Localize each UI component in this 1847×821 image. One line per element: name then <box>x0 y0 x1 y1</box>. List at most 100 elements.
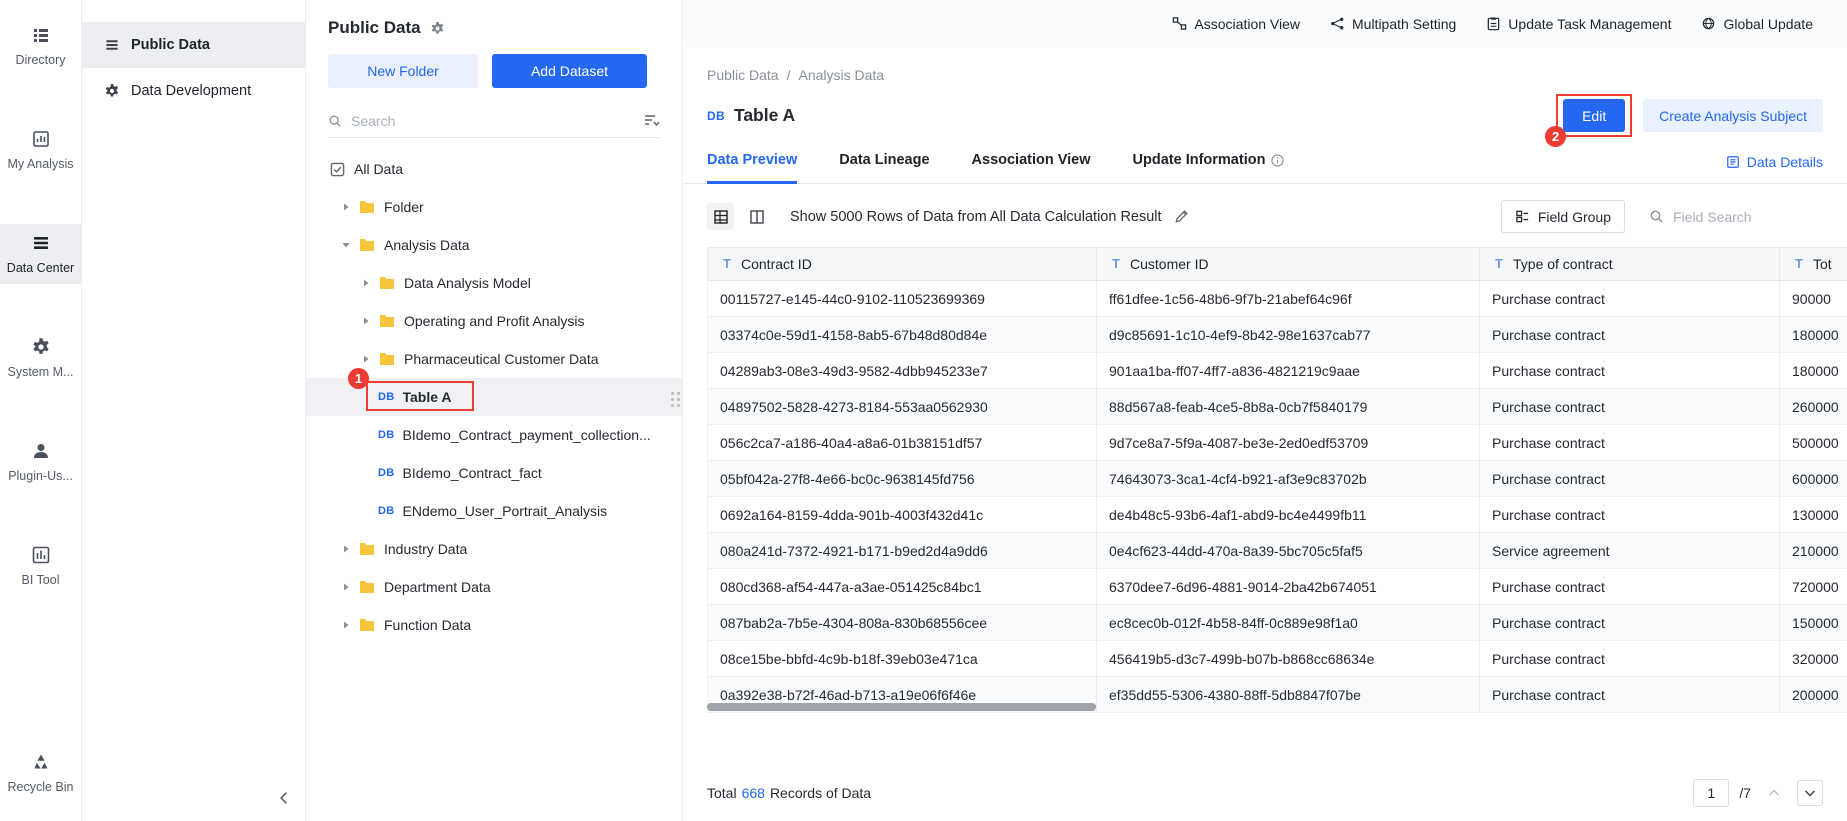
view-toggle <box>707 203 770 230</box>
folder-icon <box>359 200 375 214</box>
field-group-button[interactable]: Field Group <box>1500 200 1625 233</box>
caret-right-icon[interactable] <box>340 202 352 212</box>
new-folder-button[interactable]: New Folder <box>328 54 478 88</box>
filter-sort-icon[interactable] <box>644 114 660 128</box>
table-cell-contract-id: 04897502-5828-4273-8184-553aa0562930 <box>708 389 1097 425</box>
association-view-button[interactable]: Association View <box>1172 16 1300 32</box>
db-icon: DB <box>707 108 725 123</box>
toolbar-label: Global Update <box>1723 15 1813 32</box>
tree-search-input[interactable] <box>351 112 635 129</box>
edit-button[interactable]: Edit <box>1563 99 1626 132</box>
title-row: DB Table A Edit 2 Create Analysis Subjec… <box>707 94 1823 147</box>
table-row[interactable]: 087bab2a-7b5e-4304-808a-830b68556cee ec8… <box>707 605 1847 641</box>
grid-view-button[interactable] <box>707 203 734 230</box>
table-row[interactable]: 03374c0e-59d1-4158-8ab5-67b48d80d84e d9c… <box>707 317 1847 353</box>
table-cell-customer-id: 901aa1ba-ff07-4ff7-a836-4821219c9aae <box>1097 353 1480 389</box>
field-type-string-icon[interactable]: T <box>1109 257 1123 271</box>
field-search-input[interactable] <box>1673 208 1803 225</box>
tree-item-operating-and-profit-analysis[interactable]: Operating and Profit Analysis <box>306 302 682 340</box>
collapse-panel-button[interactable] <box>277 791 291 805</box>
nav-item-bi-tool[interactable]: BI Tool <box>0 536 81 596</box>
table-row[interactable]: 08ce15be-bbfd-4c9b-b18f-39eb03e471ca 456… <box>707 641 1847 677</box>
field-type-string-icon[interactable]: T <box>1792 257 1806 271</box>
update-task-icon <box>1486 16 1501 31</box>
column-header-customer-id[interactable]: T Customer ID <box>1097 248 1480 281</box>
annotation-badge-step2: 2 <box>1545 126 1567 147</box>
global-update-button[interactable]: Global Update <box>1701 16 1813 32</box>
db-icon: DB <box>378 467 395 479</box>
nav-item-system-management[interactable]: System M... <box>0 328 81 388</box>
column-header-contract-id[interactable]: T Contract ID <box>708 248 1097 281</box>
table-row[interactable]: 00115727-e145-44c0-9102-110523699369 ff6… <box>707 281 1847 317</box>
table-row[interactable]: 080a241d-7372-4921-b171-b9ed2d4a9dd6 0e4… <box>707 533 1847 569</box>
caret-right-icon[interactable] <box>360 316 372 326</box>
caret-right-icon[interactable] <box>360 278 372 288</box>
tree-item-folder[interactable]: Folder <box>306 188 682 226</box>
table-cell-contract-id: 087bab2a-7b5e-4304-808a-830b68556cee <box>708 605 1097 641</box>
module-item-data-development[interactable]: Data Development <box>82 68 305 114</box>
caret-right-icon[interactable] <box>360 354 372 364</box>
update-task-management-button[interactable]: Update Task Management <box>1486 16 1671 32</box>
data-center-icon <box>31 233 51 253</box>
table-row[interactable]: 04289ab3-08e3-49d3-9582-4dbb945233e7 901… <box>707 353 1847 389</box>
tree-item-all-data[interactable]: All Data <box>306 150 682 188</box>
tree-item-endemo-user-portrait-analysis[interactable]: DB ENdemo_User_Portrait_Analysis <box>306 492 682 530</box>
column-header-type-of-contract[interactable]: T Type of contract <box>1480 248 1780 281</box>
tree-item-function-data[interactable]: Function Data <box>306 606 682 644</box>
nav-item-data-center[interactable]: Data Center <box>0 224 81 284</box>
bi-tool-icon <box>31 545 51 565</box>
breadcrumb-root[interactable]: Public Data <box>707 67 779 83</box>
add-dataset-button[interactable]: Add Dataset <box>492 54 647 88</box>
horizontal-scrollbar-thumb[interactable] <box>707 703 1096 711</box>
data-details-link[interactable]: Data Details <box>1726 154 1823 183</box>
table-cell-total: 90000 <box>1780 281 1847 317</box>
page-down-button[interactable] <box>1797 780 1823 806</box>
table-row[interactable]: 05bf042a-27f8-4e66-bc0c-9638145fd756 746… <box>707 461 1847 497</box>
tree-item-department-data[interactable]: Department Data <box>306 568 682 606</box>
tree-item-industry-data[interactable]: Industry Data <box>306 530 682 568</box>
table-body: 00115727-e145-44c0-9102-110523699369 ff6… <box>707 281 1847 713</box>
tree-item-data-analysis-model[interactable]: Data Analysis Model <box>306 264 682 302</box>
table-footer: Total 668 Records of Data 1 /7 <box>707 767 1823 807</box>
panel-resize-handle[interactable] <box>671 392 680 407</box>
caret-down-icon[interactable] <box>340 240 352 250</box>
table-row[interactable]: 0692a164-8159-4dda-901b-4003f432d41c de4… <box>707 497 1847 533</box>
page-up-button[interactable] <box>1761 780 1787 806</box>
nav-item-plugin-users[interactable]: Plugin-Us... <box>0 432 81 492</box>
caret-right-icon[interactable] <box>340 620 352 630</box>
nav-rail: Directory My Analysis Data Center System… <box>0 0 82 821</box>
module-item-public-data[interactable]: Public Data <box>82 22 305 68</box>
folder-icon <box>379 314 395 328</box>
nav-item-my-analysis[interactable]: My Analysis <box>0 120 81 180</box>
table-row[interactable]: 080cd368-af54-447a-a3ae-051425c84bc1 637… <box>707 569 1847 605</box>
tree-item-bidemo-contract-payment-collection[interactable]: DB BIdemo_Contract_payment_collection... <box>306 416 682 454</box>
breadcrumb-separator: / <box>786 67 791 83</box>
caret-right-icon[interactable] <box>340 544 352 554</box>
tab-data-preview[interactable]: Data Preview <box>707 152 798 184</box>
column-view-button[interactable] <box>743 203 770 230</box>
table-row[interactable]: 04897502-5828-4273-8184-553aa0562930 88d… <box>707 389 1847 425</box>
tree-item-bidemo-contract-fact[interactable]: DB BIdemo_Contract_fact <box>306 454 682 492</box>
field-type-string-icon[interactable]: T <box>1492 257 1506 271</box>
tree-item-table-a[interactable]: DB Table A 1 <box>306 368 682 416</box>
multipath-setting-button[interactable]: Multipath Setting <box>1330 16 1456 32</box>
all-data-icon <box>330 162 345 177</box>
field-type-string-icon[interactable]: T <box>720 257 734 271</box>
create-analysis-subject-button[interactable]: Create Analysis Subject <box>1643 99 1823 132</box>
caret-right-icon[interactable] <box>340 582 352 592</box>
table-row[interactable]: 056c2ca7-a186-40a4-a8a6-01b38151df57 9d7… <box>707 425 1847 461</box>
nav-item-recycle-bin[interactable]: Recycle Bin <box>0 743 81 803</box>
edit-pencil-icon[interactable] <box>1174 209 1189 224</box>
multipath-setting-icon <box>1330 16 1345 31</box>
nav-item-directory[interactable]: Directory <box>0 16 81 76</box>
db-icon: DB <box>378 505 395 517</box>
page-number-input[interactable]: 1 <box>1693 779 1730 807</box>
tab-association-view[interactable]: Association View <box>972 152 1091 184</box>
column-header-total[interactable]: T Tot <box>1780 248 1847 281</box>
tab-data-lineage[interactable]: Data Lineage <box>839 152 929 184</box>
tree-item-analysis-data[interactable]: Analysis Data <box>306 226 682 264</box>
tab-update-information[interactable]: Update Information <box>1133 152 1285 184</box>
breadcrumb-current[interactable]: Analysis Data <box>798 67 884 83</box>
gear-icon[interactable] <box>430 21 445 36</box>
top-toolbar: Association View Multipath Setting Updat… <box>683 0 1847 47</box>
